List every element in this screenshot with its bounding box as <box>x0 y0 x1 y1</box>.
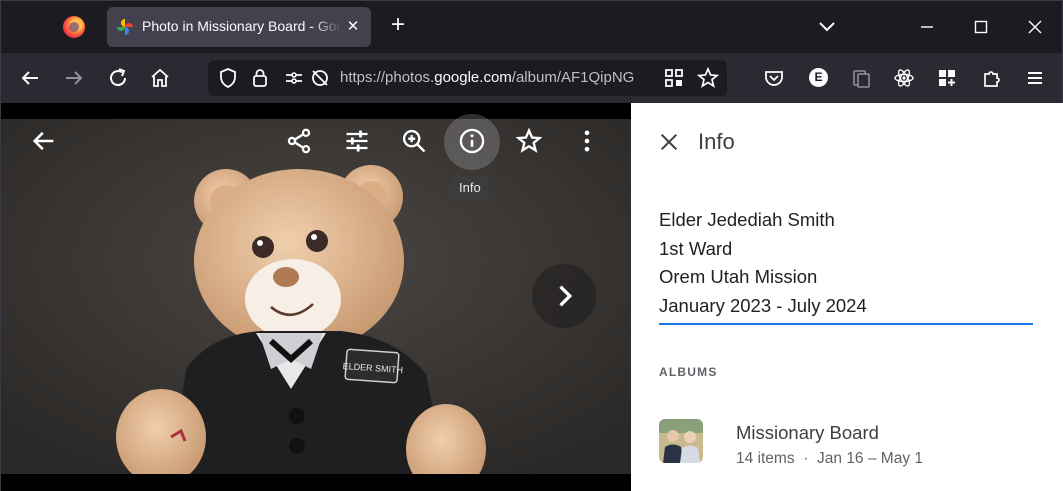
new-tab-button[interactable]: + <box>387 13 409 37</box>
description-line: January 2023 - July 2024 <box>659 295 867 317</box>
info-panel-title: Info <box>698 129 735 154</box>
album-item-count: 14 items <box>736 450 795 467</box>
url-path: /album/AF1QipNG <box>511 69 635 86</box>
album-name[interactable]: Missionary Board <box>736 422 879 444</box>
list-all-tabs-icon[interactable] <box>816 17 838 37</box>
tab-title: Photo in Missionary Board - Google Photo… <box>142 18 342 34</box>
description-line: Orem Utah Mission <box>659 266 818 288</box>
next-photo-button[interactable] <box>532 264 596 328</box>
qr-code-icon[interactable] <box>662 66 686 90</box>
permissions-icon[interactable] <box>282 66 306 90</box>
clipboard-extension-icon[interactable] <box>849 66 873 90</box>
navigation-toolbar: https://photos.google.com/album/AF1QipNG… <box>1 53 1062 103</box>
pocket-icon[interactable] <box>762 66 786 90</box>
tab-active[interactable]: Photo in Missionary Board - Google Photo… <box>107 7 371 47</box>
lock-icon[interactable] <box>248 66 272 90</box>
firefox-logo-icon[interactable] <box>63 16 85 38</box>
tab-close-icon[interactable]: ✕ <box>345 19 361 35</box>
info-tooltip: Info <box>451 176 489 199</box>
browser-window: Photo in Missionary Board - Google Photo… <box>0 0 1063 491</box>
url-text[interactable]: https://photos.google.com/album/AF1QipNG <box>340 69 662 86</box>
account-avatar[interactable]: E <box>809 68 828 87</box>
maximize-icon[interactable] <box>969 15 993 39</box>
more-vert-icon[interactable] <box>573 127 601 155</box>
url-bar[interactable]: https://photos.google.com/album/AF1QipNG <box>208 60 727 96</box>
home-icon[interactable] <box>148 66 172 90</box>
description-line: 1st Ward <box>659 237 733 259</box>
extension-grid-icon[interactable] <box>935 66 959 90</box>
tab-strip: Photo in Missionary Board - Google Photo… <box>1 1 1062 53</box>
zoom-in-icon[interactable] <box>400 127 428 155</box>
album-meta: 14 items · Jan 16 – May 1 <box>736 450 923 468</box>
photo-viewer: ELDER SMITH Info <box>1 103 631 491</box>
react-devtools-icon[interactable] <box>892 66 916 90</box>
share-icon[interactable] <box>285 127 313 155</box>
albums-heading: ALBUMS <box>659 365 718 379</box>
bookmark-star-icon[interactable] <box>696 66 720 90</box>
description-field[interactable]: Elder Jedediah Smith 1st Ward Orem Utah … <box>659 206 1033 325</box>
minimize-icon[interactable] <box>915 15 939 39</box>
reload-icon[interactable] <box>106 66 130 90</box>
camera-blocked-icon[interactable] <box>308 66 332 90</box>
back-icon[interactable] <box>18 66 42 90</box>
url-prefix: https://photos. <box>340 69 435 86</box>
star-icon[interactable] <box>515 127 543 155</box>
album-date-range: Jan 16 – May 1 <box>817 450 923 467</box>
chevron-right-icon <box>559 285 573 307</box>
extensions-puzzle-icon[interactable] <box>979 66 1003 90</box>
forward-icon[interactable] <box>62 66 86 90</box>
info-icon[interactable] <box>458 127 486 155</box>
album-thumbnail[interactable] <box>659 419 703 463</box>
back-arrow-icon[interactable] <box>30 127 58 155</box>
description-line: Elder Jedediah Smith <box>659 209 835 230</box>
meta-separator: · <box>803 450 809 467</box>
menu-hamburger-icon[interactable] <box>1023 66 1047 90</box>
info-panel: Info Elder Jedediah Smith 1st Ward Orem … <box>631 103 1063 491</box>
google-photos-icon <box>117 19 133 35</box>
close-icon[interactable] <box>658 131 680 153</box>
edit-tune-icon[interactable] <box>343 127 371 155</box>
url-host: google.com <box>434 69 512 86</box>
shield-icon[interactable] <box>216 66 240 90</box>
close-window-icon[interactable] <box>1023 15 1047 39</box>
